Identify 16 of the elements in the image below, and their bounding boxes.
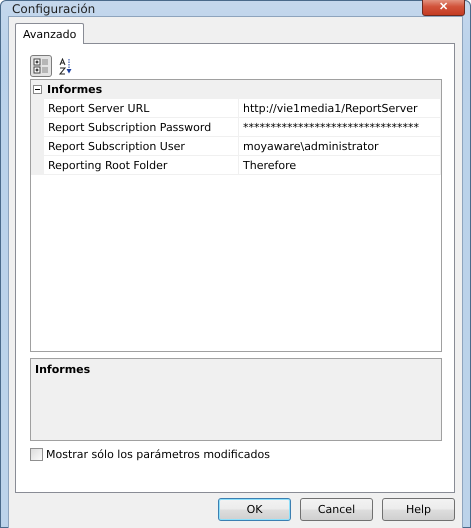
collapse-toggle[interactable] [33,84,42,94]
categorized-icon [33,58,49,74]
property-name[interactable]: Reporting Root Folder [44,156,239,175]
category-label: Informes [47,82,102,96]
dialog-button[interactable]: Help [382,498,455,521]
sort-alphabetical-icon [58,58,74,74]
tab[interactable]: Avanzado [15,23,84,44]
window-title: Configuración [12,2,96,16]
dialog-button[interactable]: OK [218,498,291,521]
property-value[interactable]: Therefore [239,156,441,175]
close-button[interactable]: ✕ [422,0,465,16]
checkbox[interactable] [30,448,43,461]
checkbox-label: Mostrar sólo los parámetros modificados [46,448,270,461]
categorized-button[interactable] [30,55,52,77]
description-title: Informes [35,363,90,376]
dialog-button[interactable]: Cancel [300,498,373,521]
